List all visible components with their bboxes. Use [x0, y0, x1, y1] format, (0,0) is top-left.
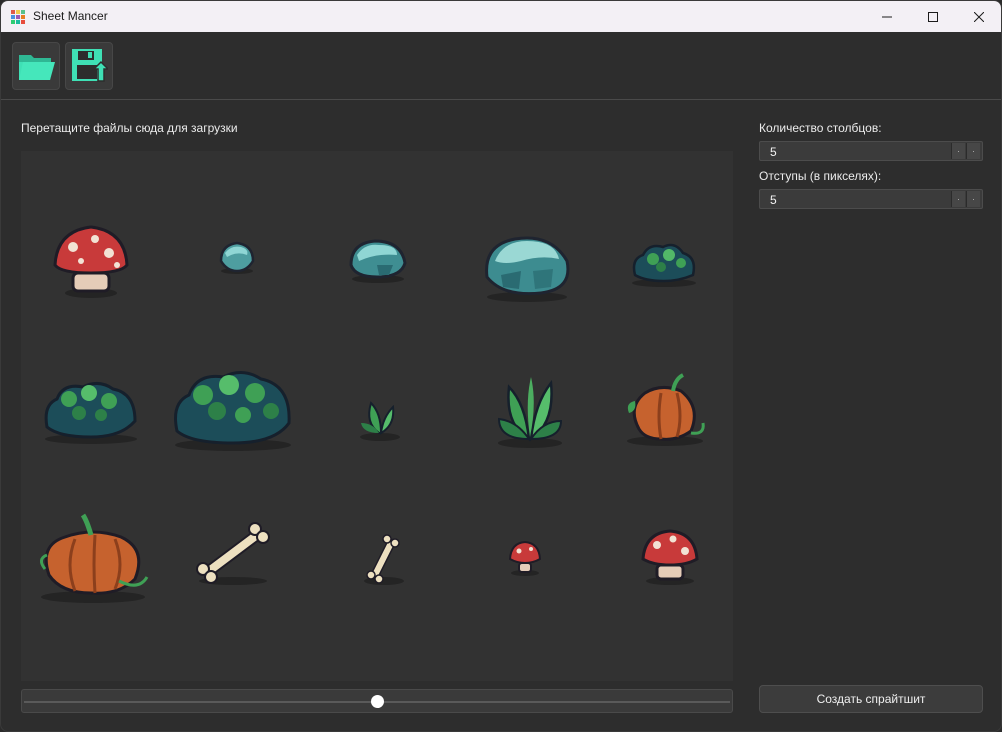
folder-open-icon	[19, 55, 55, 80]
padding-spinbox[interactable]: 5 · ·	[759, 189, 983, 209]
sprite-plant-leafy	[497, 377, 563, 448]
sprite-pumpkin-vine	[627, 373, 705, 446]
minimize-button[interactable]	[864, 1, 910, 32]
sprite-stone-large	[485, 236, 570, 302]
sprite-mushroom-tiny	[508, 540, 542, 576]
sprite-bone-large	[196, 522, 270, 585]
toolbar-divider	[1, 99, 1001, 100]
sprite-stone-small	[219, 241, 255, 274]
columns-label: Количество столбцов:	[759, 121, 882, 135]
sprite-bush-large	[174, 371, 291, 451]
columns-value[interactable]: 5	[770, 145, 777, 159]
save-export-icon	[72, 49, 108, 82]
toolbar	[1, 32, 1001, 99]
title-bar: Sheet Mancer	[1, 1, 1001, 32]
create-spritesheet-button[interactable]: Создать спрайтшит	[759, 685, 983, 713]
sprite-sprout-small	[360, 401, 400, 441]
slider-thumb[interactable]	[371, 695, 384, 708]
zoom-slider[interactable]	[21, 689, 733, 713]
sprite-bush-small	[632, 243, 696, 287]
columns-spinbox[interactable]: 5 · ·	[759, 141, 983, 161]
window-title: Sheet Mancer	[33, 9, 108, 23]
sprite-bush-medium	[44, 382, 137, 444]
columns-decrement-button[interactable]: ·	[966, 143, 980, 159]
save-button[interactable]	[65, 42, 113, 90]
drop-area-label: Перетащите файлы сюда для загрузки	[21, 121, 238, 135]
padding-label: Отступы (в пикселях):	[759, 169, 882, 183]
open-files-button[interactable]	[12, 42, 60, 90]
sprite-pumpkin-large	[40, 513, 149, 603]
app-window: Sheet Mancer Перетащите файлы сюда для з…	[0, 0, 1002, 732]
sprite-stone-medium	[349, 239, 407, 283]
close-button[interactable]	[956, 1, 1001, 32]
padding-increment-button[interactable]: ·	[951, 191, 965, 207]
app-icon	[11, 10, 25, 24]
maximize-icon	[928, 11, 938, 22]
maximize-button[interactable]	[910, 1, 956, 32]
sprite-preview-canvas[interactable]	[21, 151, 733, 681]
padding-decrement-button[interactable]: ·	[966, 191, 980, 207]
padding-value[interactable]: 5	[770, 193, 777, 207]
sprite-bone-small	[364, 534, 404, 585]
close-icon	[974, 11, 984, 22]
columns-increment-button[interactable]: ·	[951, 143, 965, 159]
minimize-icon	[882, 16, 892, 17]
sprite-mushroom-large	[53, 225, 129, 298]
sprite-mushroom-medium	[641, 529, 699, 585]
